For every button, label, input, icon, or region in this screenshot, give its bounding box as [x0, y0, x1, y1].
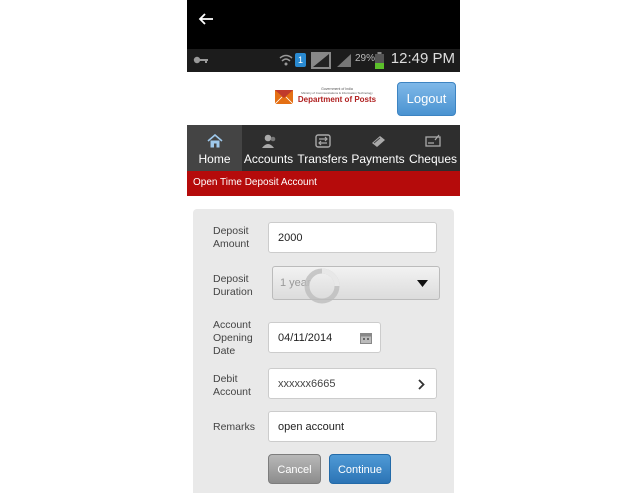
nav-payments-label: Payments [351, 152, 405, 166]
wifi-icon [279, 54, 293, 66]
notification-badge: 1 [295, 53, 306, 67]
page-title: Open Time Deposit Account [187, 171, 460, 196]
phone-screen: 1 29% 12:49 PM Government of India Minis… [187, 0, 460, 493]
cheques-icon [425, 134, 441, 147]
nav-cheques[interactable]: Cheques [406, 125, 460, 171]
deposit-form: Deposit Amount 2000 Deposit Duration 1 y… [193, 209, 454, 493]
nav-home-label: Home [198, 152, 231, 166]
battery-percent: 29% [355, 53, 376, 64]
deposit-duration-label-line1: Deposit [213, 273, 249, 285]
department-of-posts-logo: Government of India Ministry of Communic… [275, 87, 377, 109]
debit-account-label: Debit Account [213, 373, 251, 399]
signal-strength-icon [311, 52, 331, 69]
opening-date-label: Account Opening Date [213, 319, 253, 358]
transfers-icon [314, 134, 331, 148]
opening-date-input[interactable]: 04/11/2014 [268, 322, 381, 353]
status-bar: 1 29% 12:49 PM [187, 49, 460, 72]
battery-icon [375, 52, 384, 69]
nav-transfers-label: Transfers [297, 152, 348, 166]
main-nav: Home Accounts Transfers Payments Cheques [187, 125, 460, 171]
nav-accounts-label: Accounts [243, 152, 294, 166]
payments-icon [372, 136, 385, 147]
remarks-label: Remarks [213, 421, 256, 433]
nav-accounts[interactable]: Accounts [242, 125, 295, 171]
logout-button[interactable]: Logout [397, 82, 456, 116]
nav-home[interactable]: Home [187, 125, 242, 171]
debit-account-value: xxxxxx6665 [278, 377, 336, 390]
dropdown-arrow-icon [417, 280, 428, 287]
opening-date-value: 04/11/2014 [278, 331, 333, 344]
deposit-duration-select[interactable]: 1 year [272, 266, 440, 300]
chevron-right-icon [418, 379, 425, 390]
nav-transfers[interactable]: Transfers [295, 125, 350, 171]
key-icon [193, 56, 208, 64]
opening-date-label-line3: Date [213, 345, 236, 357]
remarks-input[interactable]: open account [268, 411, 437, 442]
deposit-amount-input[interactable]: 2000 [268, 222, 437, 253]
clock: 12:49 PM [390, 50, 455, 67]
continue-button[interactable]: Continue [329, 454, 391, 484]
app-top-bar [187, 0, 460, 49]
signal-bars-icon [337, 54, 351, 67]
debit-account-label-line1: Debit [213, 373, 238, 385]
nav-cheques-label: Cheques [408, 152, 458, 166]
back-arrow-icon[interactable] [197, 10, 215, 28]
deposit-amount-label-line1: Deposit [213, 225, 249, 237]
debit-account-label-line2: Account [213, 386, 251, 398]
loading-spinner-icon [304, 268, 340, 304]
logo-name: Department of Posts [297, 95, 377, 104]
deposit-duration-label: Deposit Duration [213, 273, 253, 299]
envelope-logo-icon [275, 90, 293, 104]
deposit-amount-label: Deposit Amount [213, 225, 249, 251]
debit-account-selector[interactable]: xxxxxx6665 [268, 368, 437, 399]
accounts-icon [261, 134, 275, 148]
deposit-amount-label-line2: Amount [213, 238, 250, 250]
deposit-duration-label-line2: Duration [213, 286, 253, 298]
nav-payments[interactable]: Payments [350, 125, 406, 171]
calendar-icon[interactable] [360, 332, 372, 344]
cancel-button[interactable]: Cancel [268, 454, 321, 484]
opening-date-label-line1: Account [213, 319, 251, 331]
home-icon [206, 134, 223, 148]
opening-date-label-line2: Opening [213, 332, 253, 344]
